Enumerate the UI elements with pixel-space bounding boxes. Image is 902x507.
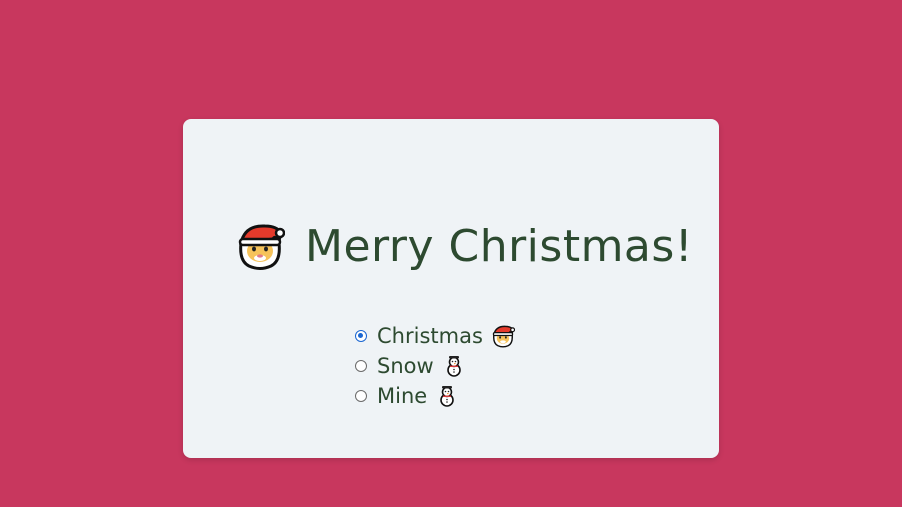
santa-icon — [491, 324, 516, 348]
radio-group: Christmas Snow Mine — [355, 321, 516, 411]
radio-button-mine[interactable] — [355, 390, 367, 402]
radio-label-mine[interactable]: Mine — [377, 384, 427, 408]
radio-option-snow[interactable]: Snow — [355, 351, 515, 381]
radio-button-snow[interactable] — [355, 360, 367, 372]
radio-label-christmas[interactable]: Christmas — [377, 324, 483, 348]
snowman-icon — [442, 354, 466, 378]
radio-option-christmas[interactable]: Christmas — [355, 321, 516, 351]
radio-button-christmas[interactable] — [355, 330, 367, 342]
page-title: Merry Christmas! — [305, 220, 693, 272]
radio-label-snow[interactable]: Snow — [377, 354, 434, 378]
heading: Merry Christmas! — [235, 211, 693, 281]
radio-option-mine[interactable]: Mine — [355, 381, 515, 411]
santa-icon — [235, 221, 286, 271]
greeting-card: Merry Christmas! Christmas Snow Mine — [183, 119, 719, 458]
snowman-icon — [435, 384, 459, 408]
